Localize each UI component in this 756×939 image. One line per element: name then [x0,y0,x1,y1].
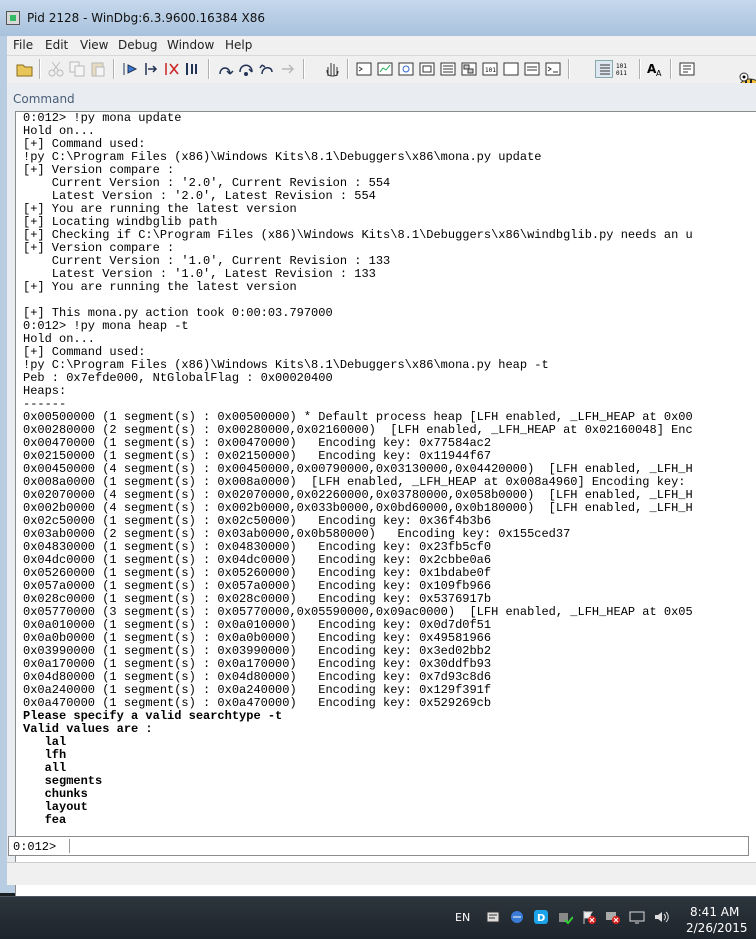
command-input-bar: 0:012> [8,836,749,856]
command-output[interactable]: 0:012> !py mona update Hold on... [+] Co… [15,111,756,918]
step-into-icon[interactable] [216,60,234,78]
memory-window-icon[interactable] [439,60,457,78]
step-over-icon[interactable] [237,60,255,78]
menu-window[interactable]: Window [167,38,214,52]
tray-error-icon[interactable] [605,909,621,925]
menu-view[interactable]: View [80,38,108,52]
command-panel: Command 0:012> !py mona update Hold on..… [7,83,756,918]
status-bar [7,862,756,885]
menu-help[interactable]: Help [225,38,252,52]
open-folder-icon[interactable] [16,60,34,78]
source-mode-on-icon[interactable] [595,60,613,78]
paste-icon[interactable] [89,60,107,78]
run-to-cursor-icon[interactable] [279,60,297,78]
locals-window-icon[interactable] [397,60,415,78]
panel-title: Command [13,92,75,106]
step-out-icon[interactable] [258,60,276,78]
source-mode-icon[interactable] [544,60,562,78]
taskbar: EN D 8:41 AM 2/26/2015 [0,896,756,939]
windbg-window: Pid 2128 - WinDbg:6.3.9600.16384 X86 Fil… [0,0,756,918]
copy-icon[interactable] [68,60,86,78]
go-icon[interactable] [121,60,139,78]
call-stack-window-icon[interactable] [460,60,478,78]
command-output-text: 0:012> !py mona update Hold on... [+] Co… [23,111,693,710]
restart-icon[interactable] [142,60,160,78]
font-icon[interactable]: AA [647,60,665,78]
menu-bar: File Edit View Debug Window Help [7,36,756,55]
command-window-icon[interactable] [355,60,373,78]
tray-security-icon[interactable] [557,909,573,925]
hex-display-icon[interactable]: 101 011 [615,60,633,78]
windbg-app-icon[interactable] [6,11,20,25]
watch-window-icon[interactable] [376,60,394,78]
title-bar[interactable]: Pid 2128 - WinDbg:6.3.9600.16384 X86 [0,0,756,36]
break-icon[interactable] [184,60,202,78]
svg-text:101: 101 [616,63,627,70]
svg-text:A: A [656,69,662,78]
volume-icon[interactable] [653,909,669,925]
tray-display-icon[interactable] [629,909,645,925]
disassembly-window-icon[interactable]: 101 [481,60,499,78]
menu-debug[interactable]: Debug [118,38,157,52]
tray-d-app-icon[interactable]: D [533,909,549,925]
command-input[interactable] [73,838,743,854]
clock-date[interactable]: 2/26/2015 [686,921,748,935]
command-output-bold-text: Please specify a valid searchtype -t Val… [23,709,283,827]
hand-icon[interactable] [323,60,341,78]
svg-text:D: D [537,913,545,924]
tray-app-icon[interactable] [485,909,501,925]
prompt-separator [69,839,70,853]
toolbar: 101 101 011 AA [7,55,756,83]
svg-text:011: 011 [616,70,627,77]
cut-icon[interactable] [47,60,65,78]
command-prompt: 0:012> [13,840,57,854]
language-indicator[interactable]: EN [455,911,470,924]
window-title: Pid 2128 - WinDbg:6.3.9600.16384 X86 [27,11,266,25]
tray-flag-error-icon[interactable] [581,909,597,925]
stop-debugging-icon[interactable] [163,60,181,78]
options-icon[interactable] [678,60,696,78]
processes-threads-icon[interactable] [523,60,541,78]
registers-window-icon[interactable] [418,60,436,78]
clock-time[interactable]: 8:41 AM [690,905,739,919]
scratch-pad-icon[interactable] [502,60,520,78]
svg-text:101: 101 [485,67,496,74]
tray-network-app-icon[interactable] [509,909,525,925]
menu-edit[interactable]: Edit [45,38,68,52]
menu-file[interactable]: File [13,38,33,52]
